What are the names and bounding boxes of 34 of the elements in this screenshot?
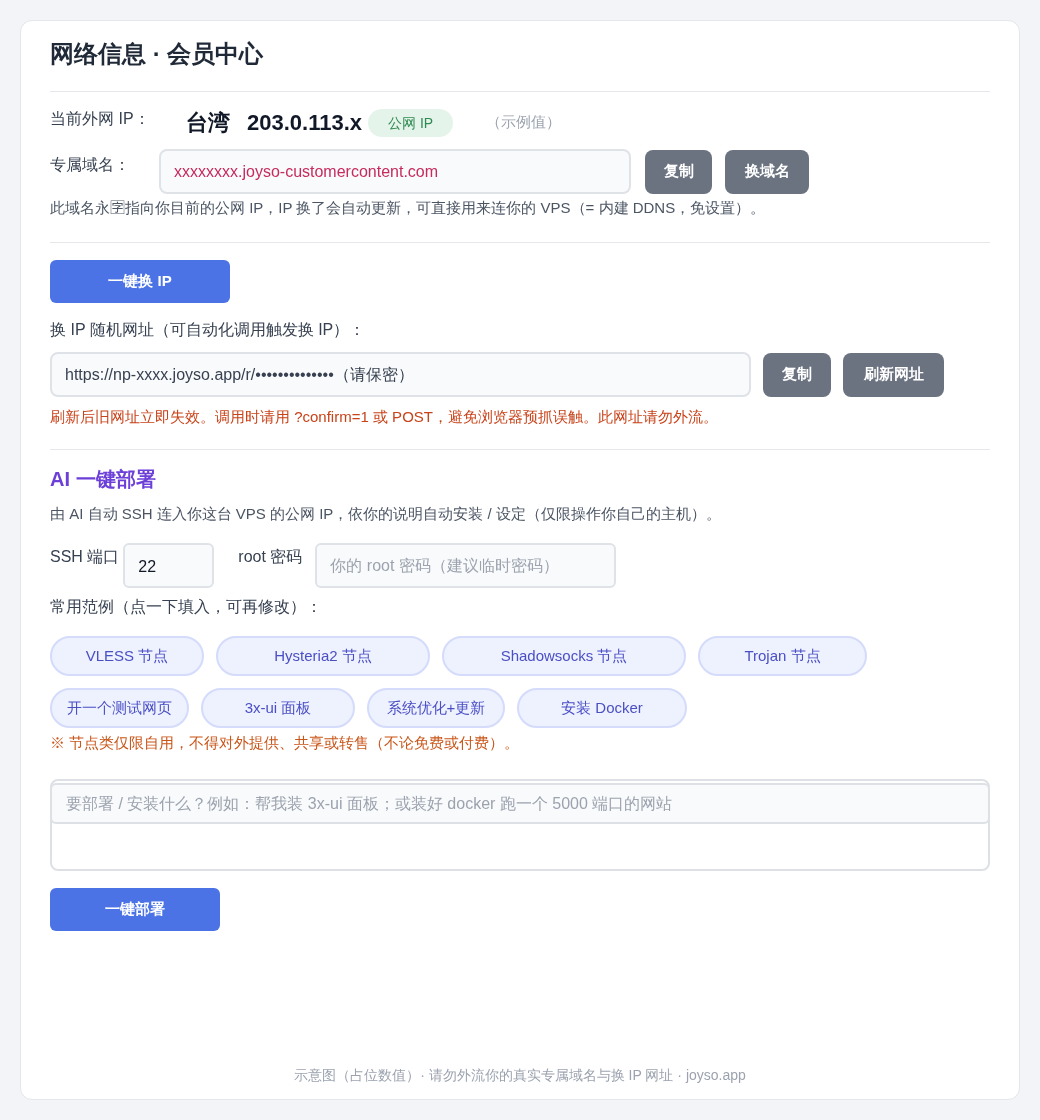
field-label: root 密码 xyxy=(238,547,303,567)
url-field[interactable]: https://np-xxxx.joyso.app/r/••••••••••••••（请保密） xyxy=(50,352,751,397)
field-label: 专属域名： xyxy=(50,154,131,175)
footer-text: 示意图（占位数值）· 请勿外流你的真实专属域名与换 IP 网址 · joyso.app xyxy=(293,1066,747,1085)
warning-text: 刷新后旧网址立即失效。调用时请用 ?confirm=1 或 POST，避免浏览器预抓误触。此网址请勿外流。 xyxy=(50,407,719,427)
domain-field[interactable]: xxxxxxxx.joyso-customercontent.com xyxy=(159,149,631,194)
example-chip[interactable]: Shadowsocks 节点 xyxy=(442,636,686,676)
sample-note: （示例值） xyxy=(486,112,562,132)
example-chip[interactable]: 3x-ui 面板 xyxy=(201,688,355,728)
port-field[interactable]: 22 xyxy=(123,543,215,588)
notice-text: ※ 节点类仅限自用，不得对外提供、共享或转售（不论免费或付费）。 xyxy=(50,733,521,753)
example-chip[interactable]: 开一个测试网页 xyxy=(50,688,189,728)
ip-address: 203.0.113.x xyxy=(247,109,362,137)
refresh-url-button[interactable]: 刷新网址 xyxy=(843,352,944,397)
section-heading: AI 一键部署 xyxy=(50,467,157,492)
change-ip-button[interactable]: 一键换 IP xyxy=(50,260,230,303)
field-label: SSH 端口 xyxy=(50,547,120,567)
deploy-button[interactable]: 一键部署 xyxy=(50,888,220,931)
region-text: 台湾 xyxy=(186,109,230,137)
copy-button[interactable]: 复制 xyxy=(763,352,831,397)
example-chip[interactable]: 安装 Docker xyxy=(517,688,687,728)
examples-label: 常用范例（点一下填入，可再修改）： xyxy=(50,597,323,617)
domain-hint: 此域名永🈑指向你目前的公网 IP，IP 换了会自动更新，可直接用来连你的 VPS（= 内建 DDNS，免设置）。 xyxy=(50,198,767,218)
change-domain-button[interactable]: 换域名 xyxy=(725,149,809,194)
example-chip[interactable]: Trojan 节点 xyxy=(698,636,867,676)
field-label: 换 IP 随机网址（可自动化调用触发换 IP）： xyxy=(50,320,367,340)
page-title: 网络信息 · 会员中心 xyxy=(50,39,265,69)
public-ip-badge: 公网 IP xyxy=(368,109,454,137)
example-chip[interactable]: 系统优化+更新 xyxy=(367,688,505,728)
example-chip[interactable]: Hysteria2 节点 xyxy=(216,636,430,676)
copy-button[interactable]: 复制 xyxy=(645,149,712,194)
field-label: 当前外网 IP： xyxy=(50,109,151,129)
example-chip[interactable]: VLESS 节点 xyxy=(50,636,204,676)
section-description: 由 AI 自动 SSH 连入你这台 VPS 的公网 IP，依你的说明自动安装 / 设定（仅限操作你自己的主机）。 xyxy=(50,504,722,524)
